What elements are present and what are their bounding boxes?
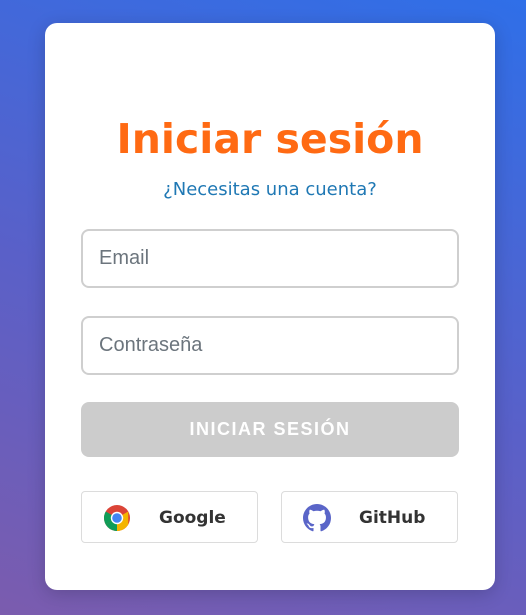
github-label: GitHub (359, 508, 426, 528)
google-label: Google (159, 508, 226, 528)
github-login-button[interactable]: GitHub (281, 491, 458, 543)
github-icon (303, 504, 331, 532)
google-login-button[interactable]: Google (81, 491, 258, 543)
google-chrome-icon (103, 504, 131, 532)
password-field[interactable] (81, 316, 459, 375)
signup-link[interactable]: ¿Necesitas una cuenta? (45, 179, 495, 200)
page-title: Iniciar sesión (116, 115, 424, 163)
login-button[interactable]: INICIAR SESIÓN (81, 402, 459, 457)
email-field[interactable] (81, 229, 459, 288)
login-card: Iniciar sesión ¿Necesitas una cuenta? IN… (45, 23, 495, 590)
